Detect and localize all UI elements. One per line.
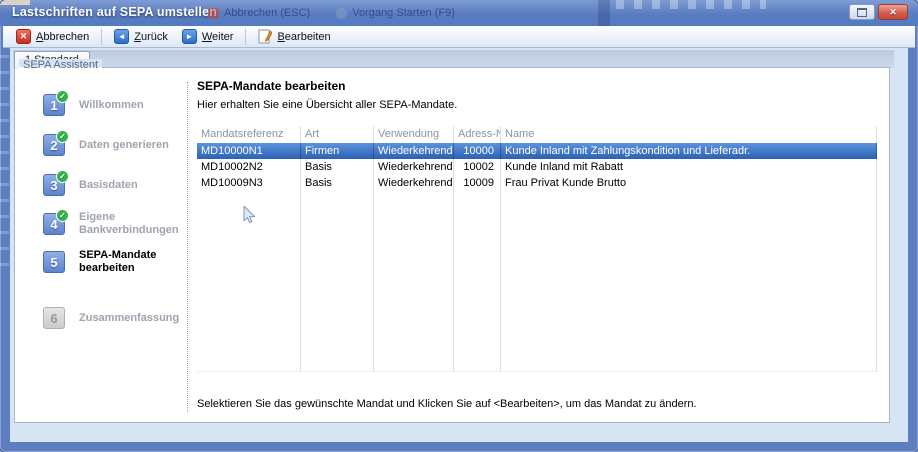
cell-art: Basis <box>301 175 374 191</box>
column-header-art[interactable]: Art <box>301 126 374 143</box>
cell-name: Frau Privat Kunde Brutto <box>501 175 877 191</box>
background-abort-item: Abbrechen (ESC) <box>208 7 310 19</box>
step-willkommen[interactable]: 1 ✓ Willkommen <box>43 94 195 116</box>
step-number: 6 <box>50 311 57 326</box>
restore-button[interactable] <box>849 4 875 20</box>
check-icon: ✓ <box>56 130 69 143</box>
cell-mandatsreferenz: MD10009N3 <box>197 175 301 191</box>
check-icon: ✓ <box>56 170 69 183</box>
step-label: Willkommen <box>79 99 193 112</box>
zurueck-label: Zurück <box>134 31 168 43</box>
step-2-badge: 2 ✓ <box>43 134 65 156</box>
background-window-toolbar: Abbrechen (ESC) Vorgang Starten (F9) <box>208 7 455 19</box>
background-window-fragment <box>0 0 30 5</box>
cell-verwendung: Wiederkehrend <box>374 143 454 159</box>
background-start-item: Vorgang Starten (F9) <box>336 7 455 19</box>
next-icon: ► <box>182 29 197 44</box>
mouse-cursor <box>243 206 256 224</box>
tab-strip: 1 Standard <box>13 50 894 68</box>
column-header-adress-nr[interactable]: Adress-Nr. <box>454 126 501 143</box>
background-window-left-bleed <box>0 55 9 270</box>
table-header-row: Mandatsreferenz Art Verwendung Adress-Nr… <box>197 126 877 143</box>
step-1-badge: 1 ✓ <box>43 94 65 116</box>
table-empty-area <box>197 191 877 372</box>
window-controls: ✕ <box>849 4 908 20</box>
column-header-name[interactable]: Name <box>501 126 877 143</box>
groupbox-label: SEPA Assistent <box>19 59 102 72</box>
step-eigene-bankverbindungen[interactable]: 4 ✓ Eigene Bankverbindungen <box>43 209 195 239</box>
table-row[interactable]: MD10002N2 Basis Wiederkehrend 10002 Kund… <box>197 159 877 175</box>
cell-verwendung: Wiederkehrend <box>374 159 454 175</box>
cell-name: Kunde Inland mit Rabatt <box>501 159 877 175</box>
step-3-badge: 3 ✓ <box>43 174 65 196</box>
content-heading: SEPA-Mandate bearbeiten <box>197 79 345 93</box>
step-5-badge: 5 <box>43 251 65 273</box>
zurueck-button[interactable]: ◄ Zurück <box>107 28 175 45</box>
background-cancel-icon <box>208 8 219 19</box>
step-label: SEPA-Mandate bearbeiten <box>79 249 193 275</box>
instruction-text: Selektieren Sie das gewünschte Mandat un… <box>197 398 697 410</box>
cell-mandatsreferenz: MD10000N1 <box>197 143 301 159</box>
wizard-steps: 1 ✓ Willkommen 2 ✓ Daten generieren 3 ✓ <box>43 94 195 329</box>
step-content: SEPA-Mandate bearbeiten Hier erhalten Si… <box>197 68 883 422</box>
weiter-label: Weiter <box>202 31 234 43</box>
cancel-icon: ✕ <box>16 29 31 44</box>
toolbar-separator <box>245 29 246 45</box>
abbrechen-button[interactable]: ✕ Abbrechen <box>9 28 96 45</box>
step-zusammenfassung: 6 Zusammenfassung <box>43 307 195 329</box>
edit-icon <box>258 29 272 44</box>
bearbeiten-label: Bearbeiten <box>277 31 330 43</box>
check-icon: ✓ <box>56 209 69 222</box>
cell-art: Basis <box>301 159 374 175</box>
step-4-badge: 4 ✓ <box>43 213 65 235</box>
cell-adress-nr: 10000 <box>454 143 501 159</box>
cell-verwendung: Wiederkehrend <box>374 175 454 191</box>
background-window-texture <box>616 0 766 9</box>
toolbar: ✕ Abbrechen ◄ Zurück ► Weiter Bearbeiten <box>3 26 915 48</box>
wizard-panel: 1 ✓ Willkommen 2 ✓ Daten generieren 3 ✓ <box>14 67 890 423</box>
step-label: Daten generieren <box>79 139 193 152</box>
background-window-edge <box>598 0 610 26</box>
toolbar-separator <box>101 29 102 45</box>
cell-art: Firmen <box>301 143 374 159</box>
background-start-icon <box>336 8 347 19</box>
cell-adress-nr: 10009 <box>454 175 501 191</box>
close-button[interactable]: ✕ <box>878 4 908 20</box>
step-sepa-mandate-bearbeiten[interactable]: 5 SEPA-Mandate bearbeiten <box>43 247 195 277</box>
cell-mandatsreferenz: MD10002N2 <box>197 159 301 175</box>
table-row[interactable]: MD10009N3 Basis Wiederkehrend 10009 Frau… <box>197 175 877 191</box>
step-daten-generieren[interactable]: 2 ✓ Daten generieren <box>43 134 195 156</box>
back-icon: ◄ <box>114 29 129 44</box>
step-label: Basisdaten <box>79 179 193 192</box>
step-label: Zusammenfassung <box>79 312 193 325</box>
step-label: Eigene Bankverbindungen <box>79 211 193 237</box>
dialog-body: 1 Standard SEPA Assistent 1 ✓ Willkommen… <box>10 48 908 442</box>
cell-name: Kunde Inland mit Zahlungskondition und L… <box>501 143 877 159</box>
step-number: 5 <box>50 255 57 270</box>
window-title: Lastschriften auf SEPA umstellen <box>12 5 217 19</box>
dialog-window: Lastschriften auf SEPA umstellen Abbrech… <box>0 0 918 452</box>
close-icon: ✕ <box>889 7 897 18</box>
bearbeiten-button[interactable]: Bearbeiten <box>251 28 337 45</box>
table-row[interactable]: MD10000N1 Firmen Wiederkehrend 10000 Kun… <box>197 143 877 159</box>
column-header-verwendung[interactable]: Verwendung <box>374 126 454 143</box>
content-subheading: Hier erhalten Sie eine Übersicht aller S… <box>197 99 457 111</box>
mandate-table: Mandatsreferenz Art Verwendung Adress-Nr… <box>197 126 877 372</box>
abbrechen-label: Abbrechen <box>36 31 89 43</box>
restore-icon <box>857 8 867 17</box>
step-6-badge: 6 <box>43 307 65 329</box>
step-basisdaten[interactable]: 3 ✓ Basisdaten <box>43 174 195 196</box>
cell-adress-nr: 10002 <box>454 159 501 175</box>
background-start-label: Vorgang Starten (F9) <box>352 7 455 19</box>
background-abort-label: Abbrechen (ESC) <box>224 7 310 19</box>
check-icon: ✓ <box>56 90 69 103</box>
column-header-mandatsreferenz[interactable]: Mandatsreferenz <box>197 126 301 143</box>
weiter-button[interactable]: ► Weiter <box>175 28 241 45</box>
title-bar[interactable]: Lastschriften auf SEPA umstellen Abbrech… <box>0 0 918 26</box>
sidebar-separator <box>187 82 188 412</box>
